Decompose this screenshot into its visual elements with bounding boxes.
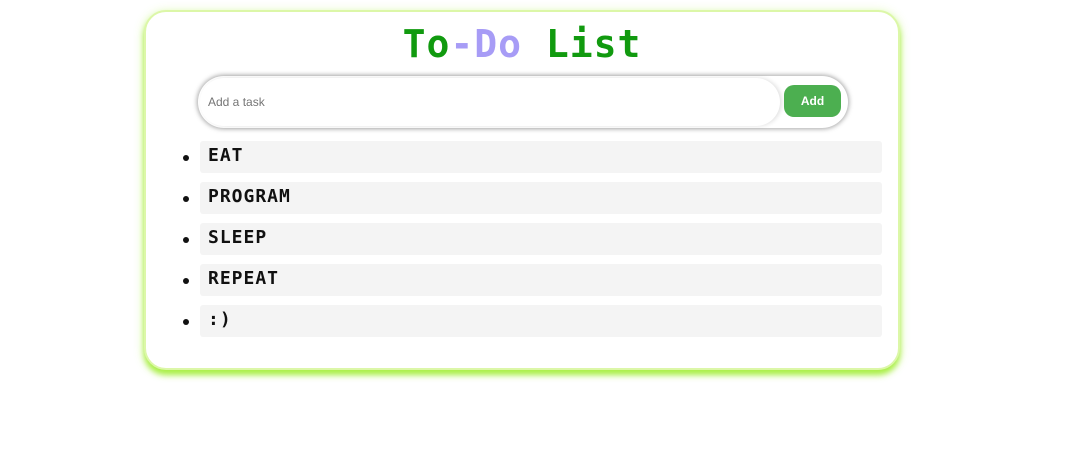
bullet-icon bbox=[183, 278, 189, 284]
add-task-form: Add bbox=[198, 76, 848, 128]
task-item[interactable]: SLEEP bbox=[183, 223, 882, 255]
task-text: EAT bbox=[208, 145, 244, 166]
title-part-do: -Do bbox=[450, 22, 522, 66]
task-text: :) bbox=[208, 309, 232, 330]
title-part-list: List bbox=[522, 22, 642, 66]
task-item[interactable]: REPEAT bbox=[183, 264, 882, 296]
task-text: SLEEP bbox=[208, 227, 268, 248]
task-list: EAT PROGRAM SLEEP REPEAT :) bbox=[183, 141, 882, 346]
task-item[interactable]: EAT bbox=[183, 141, 882, 173]
bullet-icon bbox=[183, 237, 189, 243]
task-text: REPEAT bbox=[208, 268, 280, 289]
bullet-icon bbox=[183, 155, 189, 161]
task-item[interactable]: :) bbox=[183, 305, 882, 337]
bullet-icon bbox=[183, 196, 189, 202]
task-input[interactable] bbox=[200, 78, 780, 126]
title-part-to: To bbox=[402, 22, 451, 66]
add-button[interactable]: Add bbox=[784, 85, 841, 117]
todo-card: To-Do List Add EAT PROGRAM SLEEP REPEAT … bbox=[144, 10, 900, 370]
bullet-icon bbox=[183, 319, 189, 325]
page-title: To-Do List bbox=[146, 24, 898, 64]
task-text: PROGRAM bbox=[208, 186, 291, 207]
task-item[interactable]: PROGRAM bbox=[183, 182, 882, 214]
